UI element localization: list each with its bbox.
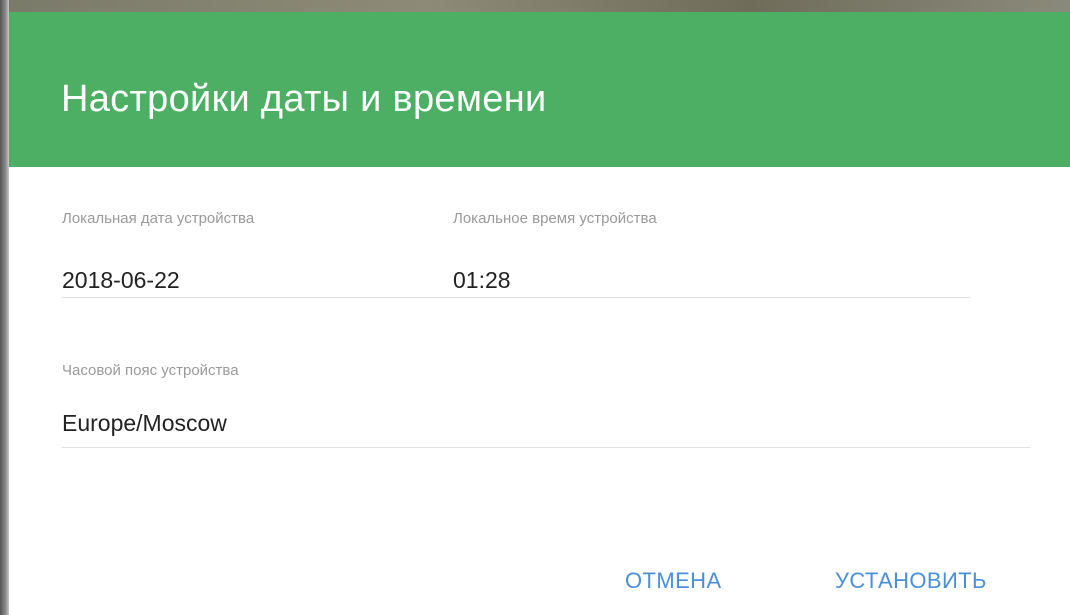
background-window-edge bbox=[0, 0, 9, 615]
dialog-title: Настройки даты и времени bbox=[61, 78, 547, 120]
dialog-header: Настройки даты и времени bbox=[9, 12, 1070, 167]
timezone-field-label: Часовой пояс устройства bbox=[62, 362, 239, 379]
cancel-button[interactable]: ОТМЕНА bbox=[625, 568, 722, 594]
timezone-field[interactable]: Europe/Moscow bbox=[62, 410, 227, 437]
date-time-settings-dialog: Настройки даты и времени Локальная дата … bbox=[9, 12, 1070, 615]
timezone-underline bbox=[62, 447, 1030, 448]
date-field-label: Локальная дата устройства bbox=[62, 210, 255, 227]
time-field-label: Локальное время устройства bbox=[453, 210, 657, 227]
time-field[interactable]: 01:28 bbox=[453, 267, 511, 294]
set-button[interactable]: УСТАНОВИТЬ bbox=[835, 568, 987, 594]
date-field[interactable]: 2018-06-22 bbox=[62, 267, 180, 294]
background-window-strip bbox=[0, 0, 1070, 12]
date-time-underline bbox=[62, 297, 970, 298]
